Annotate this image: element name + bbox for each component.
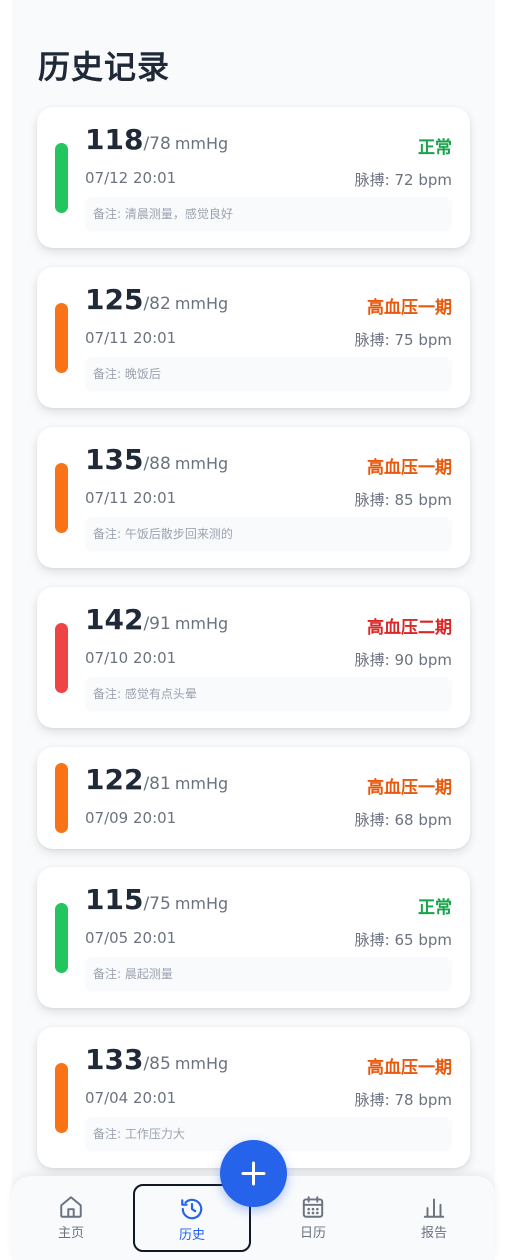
record-datetime: 07/12 20:01 [85, 169, 177, 187]
bp-unit: mmHg [174, 614, 229, 633]
bp-reading: 115/75 mmHg [85, 883, 228, 916]
nav-label-history: 历史 [178, 1228, 205, 1243]
record-note: 备注: 晨起测量 [85, 957, 452, 991]
record-card[interactable]: 135/88 mmHg 高血压一期 07/11 20:01 脉搏: 85 bpm 备注: … [37, 427, 470, 568]
systolic-value: 122 [85, 763, 144, 796]
systolic-value: 133 [85, 1043, 144, 1076]
status-bar [55, 303, 68, 373]
home-icon [60, 1196, 82, 1218]
bp-unit: mmHg [174, 774, 229, 793]
diastolic-value: /81 [143, 774, 171, 794]
bar-chart-icon [423, 1198, 445, 1218]
nav-label-calendar: 日历 [299, 1226, 326, 1241]
record-datetime: 07/11 20:01 [85, 489, 177, 507]
diastolic-value: /91 [143, 614, 171, 634]
systolic-value: 142 [85, 603, 144, 636]
pulse-value: 脉搏: 72 bpm [354, 171, 452, 189]
record-card[interactable]: 122/81 mmHg 高血压一期 07/09 20:01 脉搏: 68 bpm [37, 747, 470, 849]
pulse-value: 脉搏: 68 bpm [354, 811, 452, 829]
bp-unit: mmHg [174, 1054, 229, 1073]
bp-reading: 122/81 mmHg [85, 763, 228, 796]
record-datetime: 07/10 20:01 [85, 649, 177, 667]
plus-icon [241, 1161, 266, 1186]
status-bar [55, 463, 68, 533]
diastolic-value: /88 [143, 454, 171, 474]
status-bar [55, 623, 68, 693]
status-badge: 高血压一期 [367, 458, 452, 478]
record-card[interactable]: 115/75 mmHg 正常 07/05 20:01 脉搏: 65 bpm 备注: 晨起测… [37, 867, 470, 1008]
bp-unit: mmHg [174, 894, 229, 913]
pulse-value: 脉搏: 65 bpm [354, 931, 452, 949]
status-bar [55, 1063, 68, 1133]
status-bar [55, 763, 68, 833]
pulse-value: 脉搏: 90 bpm [354, 651, 452, 669]
nav-label-home: 主页 [57, 1226, 84, 1241]
add-record-button[interactable] [220, 1140, 287, 1207]
record-card[interactable]: 125/82 mmHg 高血压一期 07/11 20:01 脉搏: 75 bpm 备注: … [37, 267, 470, 408]
page-title: 历史记录 [38, 48, 171, 86]
status-badge: 高血压二期 [367, 618, 452, 638]
history-icon [181, 1198, 203, 1220]
record-datetime: 07/11 20:01 [85, 329, 177, 347]
nav-item-home[interactable]: 主页 [12, 1184, 130, 1252]
bp-reading: 118/78 mmHg [85, 123, 228, 156]
pulse-value: 脉搏: 78 bpm [354, 1091, 452, 1109]
record-card[interactable]: 118/78 mmHg 正常 07/12 20:01 脉搏: 72 bpm 备注: 清晨测… [37, 107, 470, 248]
status-badge: 高血压一期 [367, 298, 452, 318]
systolic-value: 125 [85, 283, 144, 316]
bp-unit: mmHg [174, 454, 229, 473]
app-screen: 历史记录 118/78 mmHg 正常 07/12 20:01 脉搏: 72 bpm 备注… [12, 0, 495, 1260]
diastolic-value: /75 [143, 894, 171, 914]
record-note: 备注: 晚饭后 [85, 357, 452, 391]
record-datetime: 07/09 20:01 [85, 809, 177, 827]
diastolic-value: /85 [143, 1054, 171, 1074]
bp-reading: 142/91 mmHg [85, 603, 228, 636]
systolic-value: 115 [85, 883, 144, 916]
bp-unit: mmHg [174, 294, 229, 313]
pulse-value: 脉搏: 75 bpm [354, 331, 452, 349]
status-badge: 高血压一期 [367, 1058, 452, 1078]
systolic-value: 118 [85, 123, 144, 156]
record-note: 备注: 清晨测量，感觉良好 [85, 197, 452, 231]
bp-reading: 133/85 mmHg [85, 1043, 228, 1076]
record-card[interactable]: 142/91 mmHg 高血压二期 07/10 20:01 脉搏: 90 bpm 备注: … [37, 587, 470, 728]
record-note: 备注: 午饭后散步回来测的 [85, 517, 452, 551]
pulse-value: 脉搏: 85 bpm [354, 491, 452, 509]
status-bar [55, 903, 68, 973]
record-note: 备注: 感觉有点头晕 [85, 677, 452, 711]
bp-reading: 135/88 mmHg [85, 443, 228, 476]
bp-unit: mmHg [174, 134, 229, 153]
diastolic-value: /82 [143, 294, 171, 314]
nav-label-report: 报告 [420, 1226, 447, 1241]
status-bar [55, 143, 68, 213]
status-badge: 高血压一期 [367, 778, 452, 798]
systolic-value: 135 [85, 443, 144, 476]
nav-item-report[interactable]: 报告 [375, 1184, 493, 1252]
diastolic-value: /78 [143, 134, 171, 154]
bp-reading: 125/82 mmHg [85, 283, 228, 316]
calendar-icon [302, 1196, 324, 1218]
record-datetime: 07/05 20:01 [85, 929, 177, 947]
status-badge: 正常 [418, 898, 452, 918]
status-badge: 正常 [418, 138, 452, 158]
record-datetime: 07/04 20:01 [85, 1089, 177, 1107]
